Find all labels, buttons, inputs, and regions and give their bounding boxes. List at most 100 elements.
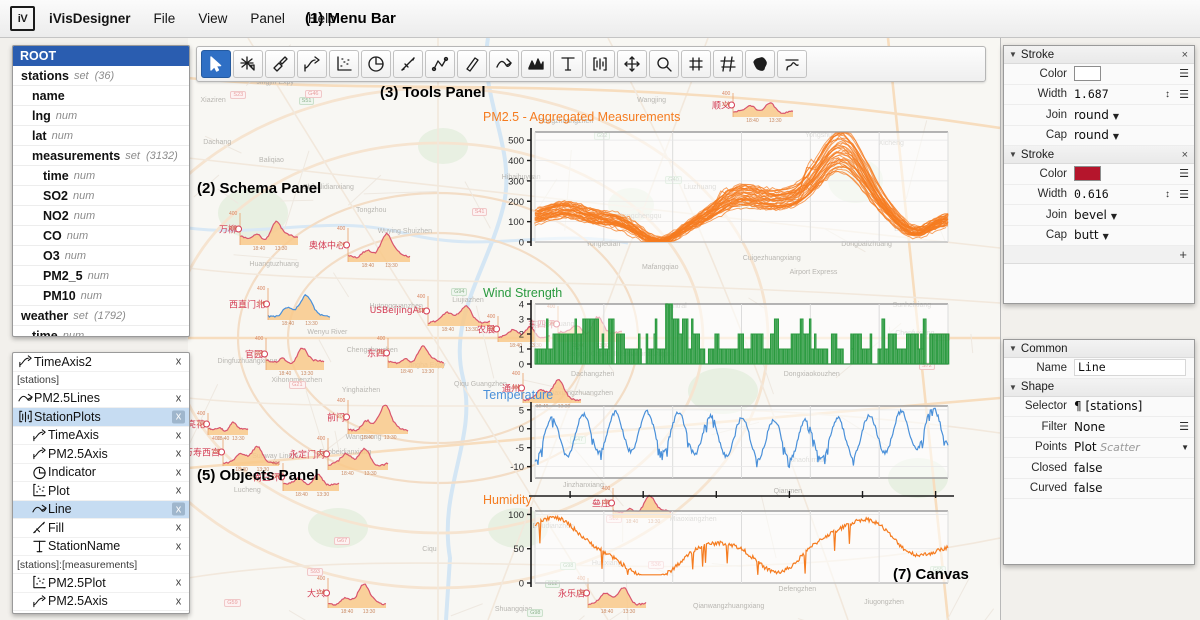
object-row-pm2-5lines[interactable]: PM2.5Lines x	[13, 390, 189, 408]
brush-tool[interactable]	[265, 50, 295, 78]
property-row-join[interactable]: Join bevel ▼	[1004, 205, 1194, 226]
chevron-down-icon[interactable]: ▼	[1009, 344, 1017, 353]
schema-row-pm2_5[interactable]: PM2_5 num	[13, 266, 189, 286]
property-row-cap[interactable]: Cap round ▼	[1004, 125, 1194, 146]
list-icon[interactable]: ☰	[1179, 88, 1189, 101]
add-button[interactable]: +	[1179, 247, 1187, 262]
property-row-closed[interactable]: Closed false	[1004, 458, 1194, 479]
property-value[interactable]: 1.687	[1074, 87, 1194, 101]
list-icon[interactable]: ☰	[1179, 167, 1189, 180]
schema-row-o3[interactable]: O3 num	[13, 246, 189, 266]
schema-row-so2[interactable]: SO2 num	[13, 186, 189, 206]
lattice-tool[interactable]	[713, 50, 743, 78]
property-row-join[interactable]: Join round ▼	[1004, 105, 1194, 126]
property-row-points[interactable]: Points Plot Scatter ▼	[1004, 437, 1194, 458]
chevron-down-icon[interactable]: ▼	[1009, 383, 1017, 392]
property-panel[interactable]: ▼ Common Name Line ▼ Shape Selector ¶ [stations…	[1003, 339, 1195, 565]
schema-panel[interactable]: ROOT stations set (36) name lng num lat num meas…	[12, 45, 190, 337]
chevron-down-icon[interactable]: ▼	[1113, 132, 1119, 141]
property-row-curved[interactable]: Curved false	[1004, 478, 1194, 499]
menu-item-panel[interactable]: Panel	[250, 11, 285, 26]
schema-row-time[interactable]: time num	[13, 166, 189, 186]
object-row-pm2-5plot[interactable]: PM2.5Plot x	[13, 574, 189, 593]
property-row-width[interactable]: Width 1.687 ↕ ☰	[1004, 84, 1194, 105]
list-icon[interactable]: ☰	[1179, 420, 1189, 433]
property-row-color[interactable]: Color ☰	[1004, 64, 1194, 85]
text-tool[interactable]	[553, 50, 583, 78]
schema-row-weather[interactable]: weather set (1792)	[13, 306, 189, 326]
station-glyph[interactable]: USBeijingAir 400 200 18:40 13:30	[370, 294, 491, 333]
schema-row-pm10[interactable]: PM10 num	[13, 286, 189, 306]
node-edit-tool[interactable]	[233, 50, 263, 78]
object-row-pm2-5axis[interactable]: PM2.5Axis x	[13, 445, 189, 464]
object-remove-button[interactable]: x	[172, 410, 185, 424]
property-value[interactable]	[1074, 66, 1194, 82]
color-swatch[interactable]	[1074, 166, 1101, 182]
plot-tool[interactable]	[329, 50, 359, 78]
schema-row-name[interactable]: name	[13, 86, 189, 106]
object-row-timeaxis[interactable]: TimeAxis x	[13, 427, 189, 445]
property-value[interactable]: 0.616	[1074, 187, 1194, 201]
station-glyph[interactable]: 奥体中心 400 200 18:40 13:30	[309, 226, 411, 269]
zoom-tool[interactable]	[649, 50, 679, 78]
list-icon[interactable]: ☰	[1179, 188, 1189, 201]
object-row-stationplots[interactable]: StationPlots x	[13, 408, 189, 427]
object-row-plot[interactable]: Plot x	[13, 482, 189, 501]
object-remove-button[interactable]: x	[172, 576, 185, 589]
section-header-common[interactable]: ▼ Common	[1004, 340, 1194, 358]
compose-tool[interactable]	[585, 50, 615, 78]
object-remove-button[interactable]: x	[172, 521, 185, 534]
stepper-icon[interactable]: ↕	[1165, 89, 1170, 100]
property-row-name[interactable]: Name Line	[1004, 358, 1194, 379]
schema-row-stations[interactable]: stations set (36)	[13, 66, 189, 86]
pie-tool[interactable]	[361, 50, 391, 78]
add-style-row[interactable]: +	[1004, 246, 1194, 264]
color-swatch[interactable]	[1074, 66, 1101, 82]
chevron-down-icon[interactable]: ▼	[1181, 443, 1189, 452]
object-row-line[interactable]: Line x	[13, 500, 189, 519]
select-tool[interactable]	[201, 50, 231, 78]
section-header-stroke[interactable]: ▼ Stroke ×	[1004, 46, 1194, 64]
area-tool[interactable]	[521, 50, 551, 78]
axis-tool[interactable]	[297, 50, 327, 78]
property-value[interactable]: round ▼	[1074, 108, 1194, 122]
chevron-down-icon[interactable]: ▼	[1111, 212, 1117, 221]
station-glyph[interactable]: 官园 400 200 18:40 13:30	[245, 336, 325, 377]
object-remove-button[interactable]: x	[172, 540, 185, 553]
menu-item-view[interactable]: View	[198, 11, 227, 26]
pen-tool[interactable]	[457, 50, 487, 78]
schema-row-no2[interactable]: NO2 num	[13, 206, 189, 226]
schema-row-lat[interactable]: lat num	[13, 126, 189, 146]
objects-panel[interactable]: TimeAxis2 x [stations] PM2.5Lines x StationPl…	[12, 352, 190, 614]
object-row-stationname[interactable]: StationName x	[13, 538, 189, 556]
property-value[interactable]: bevel ▼	[1074, 208, 1194, 222]
property-row-width[interactable]: Width 0.616 ↕ ☰	[1004, 184, 1194, 205]
station-glyph[interactable]: 大兴 400 200 18:40 13:30	[307, 576, 387, 615]
property-value[interactable]	[1074, 166, 1194, 182]
station-glyph[interactable]: 亮花 400 200 18:40 13:30	[188, 411, 249, 442]
canvas[interactable]: LiuzhuangDaxiangzhuangzhenDefengzhenMafa…	[188, 38, 1001, 620]
close-icon[interactable]: ×	[1182, 149, 1188, 161]
object-remove-button[interactable]: x	[172, 429, 185, 442]
schema-row-co[interactable]: CO num	[13, 226, 189, 246]
chevron-down-icon[interactable]: ▼	[1009, 150, 1017, 159]
property-row-color[interactable]: Color ☰	[1004, 164, 1194, 185]
station-glyph[interactable]: 万寿西宫40020018:4013:30	[188, 436, 280, 473]
schema-row-measurements[interactable]: measurements set (3132)	[13, 146, 189, 166]
property-row-cap[interactable]: Cap butt ▼	[1004, 225, 1194, 246]
object-remove-button[interactable]: x	[172, 392, 185, 405]
property-value[interactable]: round ▼	[1074, 128, 1194, 142]
object-remove-button[interactable]: x	[172, 447, 185, 460]
object-row-fill[interactable]: Fill x	[13, 519, 189, 538]
property-row-selector[interactable]: Selector ¶ [stations]	[1004, 396, 1194, 417]
section-header-stroke[interactable]: ▼ Stroke ×	[1004, 146, 1194, 164]
line-tool[interactable]	[489, 50, 519, 78]
path-tool[interactable]	[425, 50, 455, 78]
fill-tool[interactable]	[393, 50, 423, 78]
chevron-down-icon[interactable]: ▼	[1009, 50, 1017, 59]
object-row-pm2-5axis[interactable]: PM2.5Axis x	[13, 593, 189, 611]
menu-item-file[interactable]: File	[154, 11, 176, 26]
map-tool[interactable]	[745, 50, 775, 78]
object-remove-button[interactable]: x	[172, 595, 185, 608]
schema-row-lng[interactable]: lng num	[13, 106, 189, 126]
